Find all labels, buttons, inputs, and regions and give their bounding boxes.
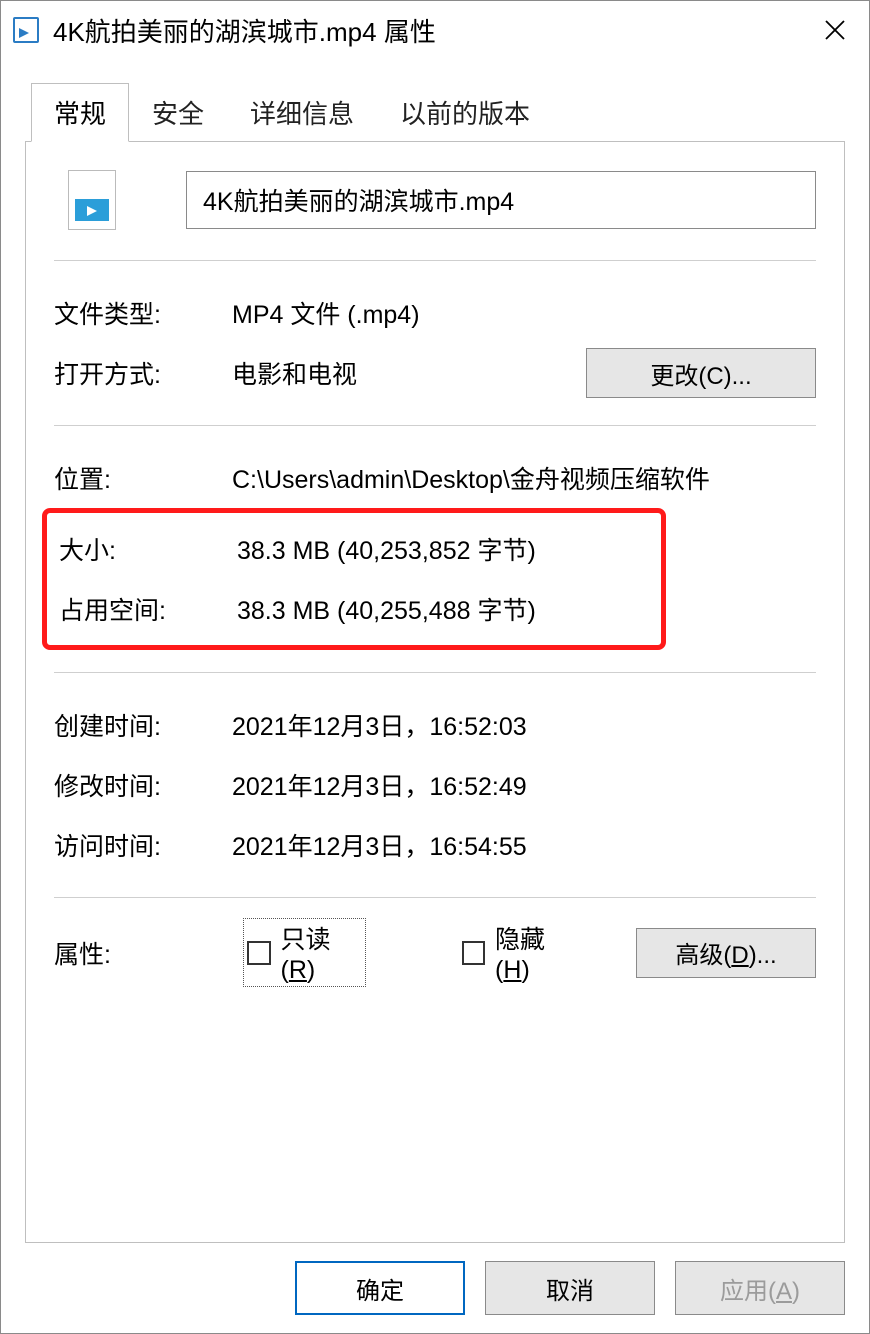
hidden-checkbox[interactable]: 隐藏(H) — [462, 920, 576, 985]
close-icon — [823, 18, 847, 42]
advanced-button-label: 高级(D)... — [675, 935, 776, 970]
close-button[interactable] — [811, 6, 859, 54]
checkbox-icon — [462, 941, 485, 965]
tab-previous-versions[interactable]: 以前的版本 — [377, 83, 553, 142]
ok-button[interactable]: 确定 — [295, 1261, 465, 1315]
readonly-label: 只读(R) — [281, 920, 362, 985]
attributes-label: 属性: — [54, 935, 215, 971]
accessed-label: 访问时间: — [54, 827, 222, 863]
change-button[interactable]: 更改(C)... — [586, 348, 816, 398]
filetype-label: 文件类型: — [54, 295, 222, 331]
accessed-value: 2021年12月3日，16:54:55 — [232, 827, 816, 863]
readonly-checkbox[interactable]: 只读(R) — [245, 920, 363, 985]
filetype-row: 文件类型: MP4 文件 (.mp4) — [54, 283, 816, 343]
cancel-button[interactable]: 取消 — [485, 1261, 655, 1315]
accessed-row: 访问时间: 2021年12月3日，16:54:55 — [54, 815, 816, 875]
separator — [54, 672, 816, 673]
created-value: 2021年12月3日，16:52:03 — [232, 707, 816, 743]
size-value: 38.3 MB (40,253,852 字节) — [237, 531, 655, 567]
tab-general[interactable]: 常规 — [31, 83, 129, 142]
window-title: 4K航拍美丽的湖滨城市.mp4 属性 — [53, 12, 811, 49]
tab-details[interactable]: 详细信息 — [227, 83, 377, 142]
advanced-button[interactable]: 高级(D)... — [636, 928, 816, 978]
modified-value: 2021年12月3日，16:52:49 — [232, 767, 816, 803]
checkbox-icon — [247, 941, 270, 965]
filetype-value: MP4 文件 (.mp4) — [232, 295, 816, 331]
location-label: 位置: — [54, 460, 222, 496]
attributes-row: 属性: 只读(R) 隐藏(H) 高级( — [54, 920, 816, 985]
created-label: 创建时间: — [54, 707, 222, 743]
size-row: 大小: 38.3 MB (40,253,852 字节) — [47, 519, 655, 579]
change-button-label: 更改(C)... — [650, 356, 751, 391]
modified-row: 修改时间: 2021年12月3日，16:52:49 — [54, 755, 816, 815]
tab-strip: 常规 安全 详细信息 以前的版本 — [31, 87, 845, 141]
created-row: 创建时间: 2021年12月3日，16:52:03 — [54, 695, 816, 755]
size-highlight: 大小: 38.3 MB (40,253,852 字节) 占用空间: 38.3 M… — [42, 508, 666, 650]
titlebar: 4K航拍美丽的湖滨城市.mp4 属性 — [1, 1, 869, 59]
location-row: 位置: C:\Users\admin\Desktop\金舟视频压缩软件 — [54, 448, 816, 508]
dialog-footer: 确定 取消 应用(A) — [1, 1243, 869, 1333]
filename-row: 4K航拍美丽的湖滨城市.mp4 — [54, 170, 816, 230]
video-file-icon — [13, 17, 39, 43]
properties-window: 4K航拍美丽的湖滨城市.mp4 属性 常规 安全 详细信息 以前的版本 4K航拍… — [0, 0, 870, 1334]
filename-input[interactable]: 4K航拍美丽的湖滨城市.mp4 — [186, 171, 816, 229]
ok-button-label: 确定 — [356, 1271, 404, 1306]
sizeondisk-row: 占用空间: 38.3 MB (40,255,488 字节) — [47, 579, 655, 639]
sizeondisk-value: 38.3 MB (40,255,488 字节) — [237, 591, 655, 627]
cancel-button-label: 取消 — [546, 1271, 594, 1306]
openwith-value: 电影和电视 — [232, 355, 576, 391]
sizeondisk-label: 占用空间: — [47, 591, 227, 627]
openwith-row: 打开方式: 电影和电视 更改(C)... — [54, 343, 816, 403]
separator — [54, 260, 816, 261]
filename-value: 4K航拍美丽的湖滨城市.mp4 — [203, 182, 514, 218]
openwith-label: 打开方式: — [54, 355, 222, 391]
separator — [54, 425, 816, 426]
location-value: C:\Users\admin\Desktop\金舟视频压缩软件 — [232, 460, 816, 496]
separator — [54, 897, 816, 898]
apply-button-label: 应用(A) — [720, 1271, 800, 1306]
general-panel: 4K航拍美丽的湖滨城市.mp4 文件类型: MP4 文件 (.mp4) 打开方式… — [25, 141, 845, 1243]
size-label: 大小: — [47, 531, 227, 567]
filetype-icon — [68, 170, 116, 230]
tab-security[interactable]: 安全 — [129, 83, 227, 142]
modified-label: 修改时间: — [54, 767, 222, 803]
hidden-label: 隐藏(H) — [495, 920, 576, 985]
apply-button[interactable]: 应用(A) — [675, 1261, 845, 1315]
dialog-body: 常规 安全 详细信息 以前的版本 4K航拍美丽的湖滨城市.mp4 文件类型: M… — [1, 59, 869, 1243]
